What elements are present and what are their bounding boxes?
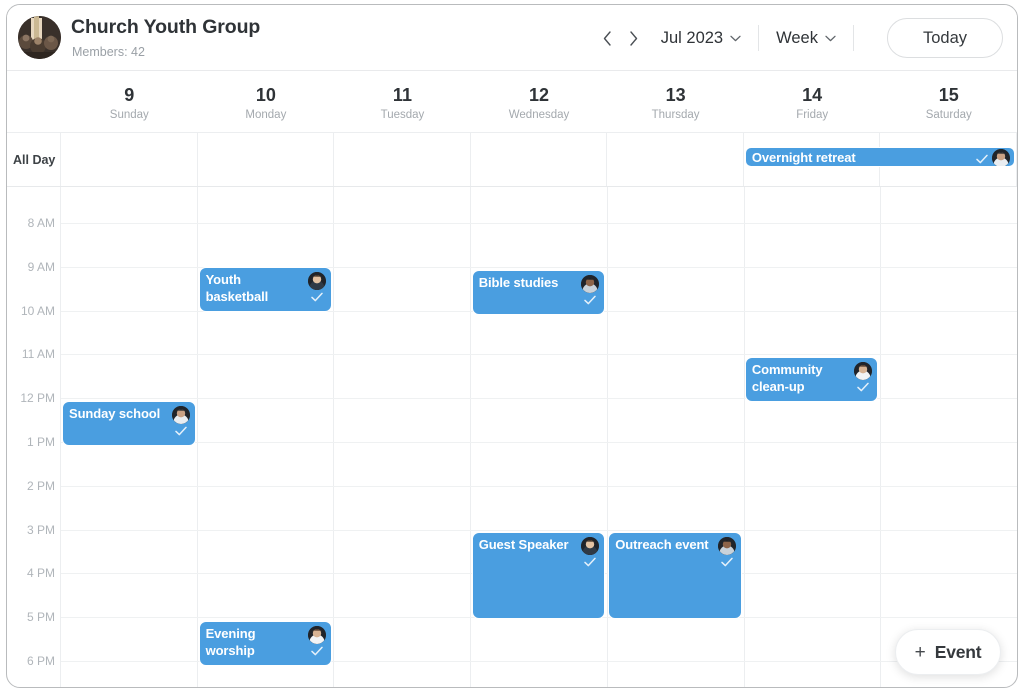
day-header-gutter <box>7 71 61 132</box>
day-number: 9 <box>124 85 135 106</box>
day-name: Wednesday <box>508 108 570 121</box>
time-axis-label: 1 PM <box>26 435 55 449</box>
view-label: Week <box>776 28 818 47</box>
attendee-avatar <box>171 406 190 424</box>
attendee-avatar <box>308 272 327 290</box>
header-divider <box>853 25 854 51</box>
calendar-event[interactable]: Outreach event <box>608 532 742 619</box>
day-number: 14 <box>802 85 823 106</box>
day-header-sunday[interactable]: 9 Sunday <box>61 71 198 132</box>
day-number: 11 <box>392 85 412 106</box>
attendee-avatar <box>991 149 1010 166</box>
all-day-row: All Day Overnight retreat <box>7 133 1017 187</box>
event-title: Outreach event <box>615 537 709 552</box>
today-button[interactable]: Today <box>887 18 1003 58</box>
time-axis-label: 4 PM <box>26 566 55 581</box>
calendar-grid-area[interactable]: Youth basketball Bible studies Community c… <box>61 187 1017 687</box>
time-axis-label: 2 PM <box>26 478 55 493</box>
calendar-event[interactable]: Bible studies <box>471 270 606 315</box>
calendar-nav-controls: Jul 2023 Week Today <box>595 5 1003 71</box>
day-header-friday[interactable]: 14 Friday <box>744 71 881 132</box>
time-axis-label: 9 AM <box>27 259 55 274</box>
calendar-event[interactable]: Evening worship <box>198 621 333 666</box>
day-header-wednesday[interactable]: 12 Wednesday <box>471 71 608 132</box>
check-icon <box>174 424 188 438</box>
chevron-down-icon <box>825 34 836 45</box>
day-number: 13 <box>665 85 686 106</box>
attendee-avatar <box>854 362 873 380</box>
attendee-avatar <box>581 537 600 555</box>
all-day-label: All Day <box>7 133 61 186</box>
attendee-avatar <box>581 275 600 293</box>
all-day-event[interactable]: Overnight retreat <box>744 147 1015 167</box>
calendar-window: Church Youth Group Members: 42 Jul 2023 <box>6 4 1018 688</box>
time-axis-label: 8 AM <box>27 216 55 230</box>
check-icon <box>583 293 597 307</box>
day-name: Friday <box>796 108 829 121</box>
time-axis-gutter: 8 AM 9 AM 10 AM 11 AM 12 PM 1 PM 2 PM 3 PM 4 PM 5… <box>7 187 61 687</box>
time-grid: 8 AM 9 AM 10 AM 11 AM 12 PM 1 PM 2 PM 3 PM 4 PM 5… <box>7 187 1017 687</box>
day-header-row: 9 Sunday 10 Monday 11 Tuesday 12 Wednesd… <box>7 71 1017 133</box>
next-period-button[interactable] <box>621 23 647 53</box>
event-title: Youth basketball <box>205 272 269 305</box>
event-title: Overnight retreat <box>751 150 856 165</box>
day-name: Thursday <box>651 108 700 121</box>
day-header-tuesday[interactable]: 11 Tuesday <box>334 71 471 132</box>
time-axis-label: 6 PM <box>26 654 55 668</box>
calendar-event[interactable]: Community clean-up <box>744 357 879 402</box>
header-divider <box>758 25 760 51</box>
event-title: Guest Speaker <box>478 537 569 552</box>
check-icon <box>583 555 597 569</box>
day-number: 10 <box>255 85 276 106</box>
day-header-thursday[interactable]: 13 Thursday <box>607 71 744 132</box>
day-number: 15 <box>938 85 959 106</box>
members-count: Members: 42 <box>72 45 145 59</box>
event-title: Bible studies <box>478 275 559 290</box>
page-title: Church Youth Group <box>71 16 261 38</box>
check-icon <box>310 644 324 658</box>
calendar-event[interactable]: Guest Speaker <box>471 532 606 619</box>
all-day-event-layer: Overnight retreat <box>61 133 1017 186</box>
event-title: Evening worship <box>205 626 256 659</box>
day-name: Tuesday <box>380 108 425 121</box>
time-axis-label: 5 PM <box>26 610 55 625</box>
check-icon <box>310 290 324 304</box>
prev-period-button[interactable] <box>595 23 621 53</box>
check-icon <box>720 555 734 569</box>
group-avatar <box>18 16 61 59</box>
day-header-monday[interactable]: 10 Monday <box>198 71 335 132</box>
time-axis-label: 10 AM <box>20 303 55 318</box>
attendee-avatar <box>717 537 736 555</box>
add-event-button[interactable]: + Event <box>895 629 1001 675</box>
view-selector[interactable]: Week <box>776 29 836 48</box>
calendar-event[interactable]: Youth basketball <box>198 267 333 312</box>
all-day-grid: Overnight retreat <box>61 133 1017 186</box>
add-event-label: Event <box>934 641 982 662</box>
event-title: Community clean-up <box>751 362 823 395</box>
day-name: Monday <box>245 108 287 121</box>
check-icon <box>975 152 989 166</box>
day-header-saturday[interactable]: 15 Saturday <box>880 71 1017 132</box>
period-selector[interactable]: Jul 2023 <box>661 29 741 48</box>
period-label: Jul 2023 <box>660 28 724 47</box>
event-title: Sunday school <box>69 406 161 421</box>
time-axis-label: 3 PM <box>26 522 55 537</box>
time-axis-label: 12 PM <box>20 391 55 406</box>
chevron-down-icon <box>730 34 741 45</box>
attendee-avatar <box>308 626 327 644</box>
day-name: Sunday <box>109 108 149 121</box>
day-number: 12 <box>529 85 550 106</box>
calendar-event[interactable]: Sunday school <box>62 401 196 446</box>
time-axis-label: 11 AM <box>21 347 55 362</box>
app-header: Church Youth Group Members: 42 Jul 2023 <box>7 5 1017 71</box>
plus-icon: + <box>914 641 926 663</box>
check-icon <box>856 380 870 394</box>
day-name: Saturday <box>925 108 972 121</box>
event-layer: Youth basketball Bible studies Community c… <box>61 187 1017 687</box>
